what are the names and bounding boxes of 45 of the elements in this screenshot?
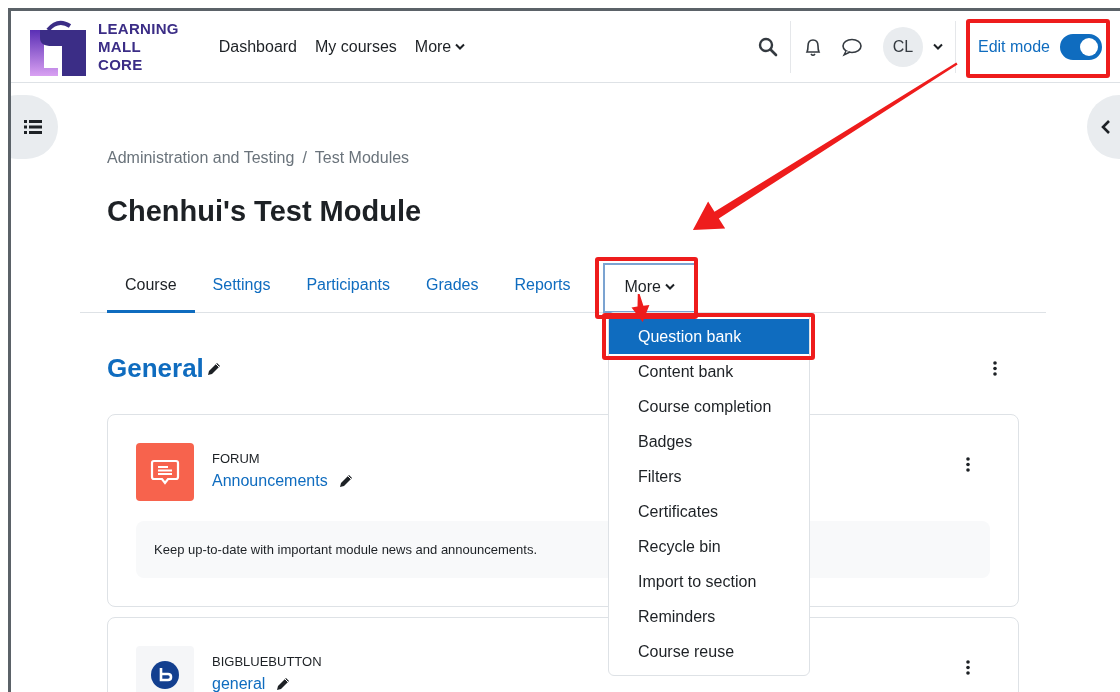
forum-icon (136, 443, 194, 501)
activity-link[interactable]: Announcements (212, 472, 328, 490)
kebab-menu-icon[interactable] (993, 361, 997, 376)
activity-type: FORUM (212, 451, 261, 466)
chat-icon[interactable] (840, 36, 863, 57)
list-icon (24, 120, 42, 134)
menu-item[interactable]: Recycle bin (609, 529, 809, 564)
pencil-icon[interactable] (337, 473, 354, 489)
user-avatar[interactable]: CL (882, 26, 923, 67)
pencil-icon[interactable] (205, 360, 222, 377)
nav-link[interactable]: More (414, 37, 466, 56)
arrow (631, 293, 650, 322)
menu-item[interactable]: Badges (609, 424, 809, 459)
menu-item[interactable]: Filters (609, 459, 809, 494)
logo-text[interactable]: LEARNING MALL CORE (98, 19, 179, 74)
nav-link[interactable]: Dashboard (218, 37, 297, 56)
menu-item[interactable]: Question bank (609, 319, 809, 354)
kebab-menu-icon[interactable] (966, 457, 970, 472)
breadcrumb-item[interactable]: Administration and Testing (107, 149, 295, 167)
activity-type: BIGBLUEBUTTON (212, 654, 322, 669)
tab[interactable]: Participants (288, 259, 408, 313)
activity-link[interactable]: general (212, 675, 266, 692)
chevron-left-icon (1101, 119, 1111, 135)
tab[interactable]: More (603, 263, 696, 313)
kebab-menu-icon[interactable] (966, 660, 970, 675)
nav-link[interactable]: My courses (315, 37, 397, 56)
edit-mode-toggle[interactable] (1060, 33, 1102, 60)
tab[interactable]: Settings (194, 259, 289, 313)
page-title: Chenhui's Test Module (107, 194, 423, 229)
tab[interactable]: Course (107, 259, 195, 313)
caret-icon[interactable] (932, 43, 943, 50)
menu-item[interactable]: Course completion (609, 389, 809, 424)
caret-icon (455, 43, 466, 50)
search-icon[interactable] (757, 36, 778, 57)
breadcrumb-item[interactable]: Test Modules (314, 149, 410, 167)
pencil-icon[interactable] (275, 676, 292, 692)
breadcrumb-separator: / (302, 149, 307, 167)
tab[interactable]: Reports (496, 259, 589, 313)
tab[interactable]: Grades (408, 259, 497, 313)
menu-item[interactable]: Reminders (609, 599, 809, 634)
menu-item[interactable]: Content bank (609, 354, 809, 389)
edit-mode-label: Edit mode (977, 37, 1050, 56)
section-title[interactable]: General (107, 353, 204, 384)
caret-icon (664, 283, 675, 290)
menu-item[interactable]: Course reuse (609, 634, 809, 669)
